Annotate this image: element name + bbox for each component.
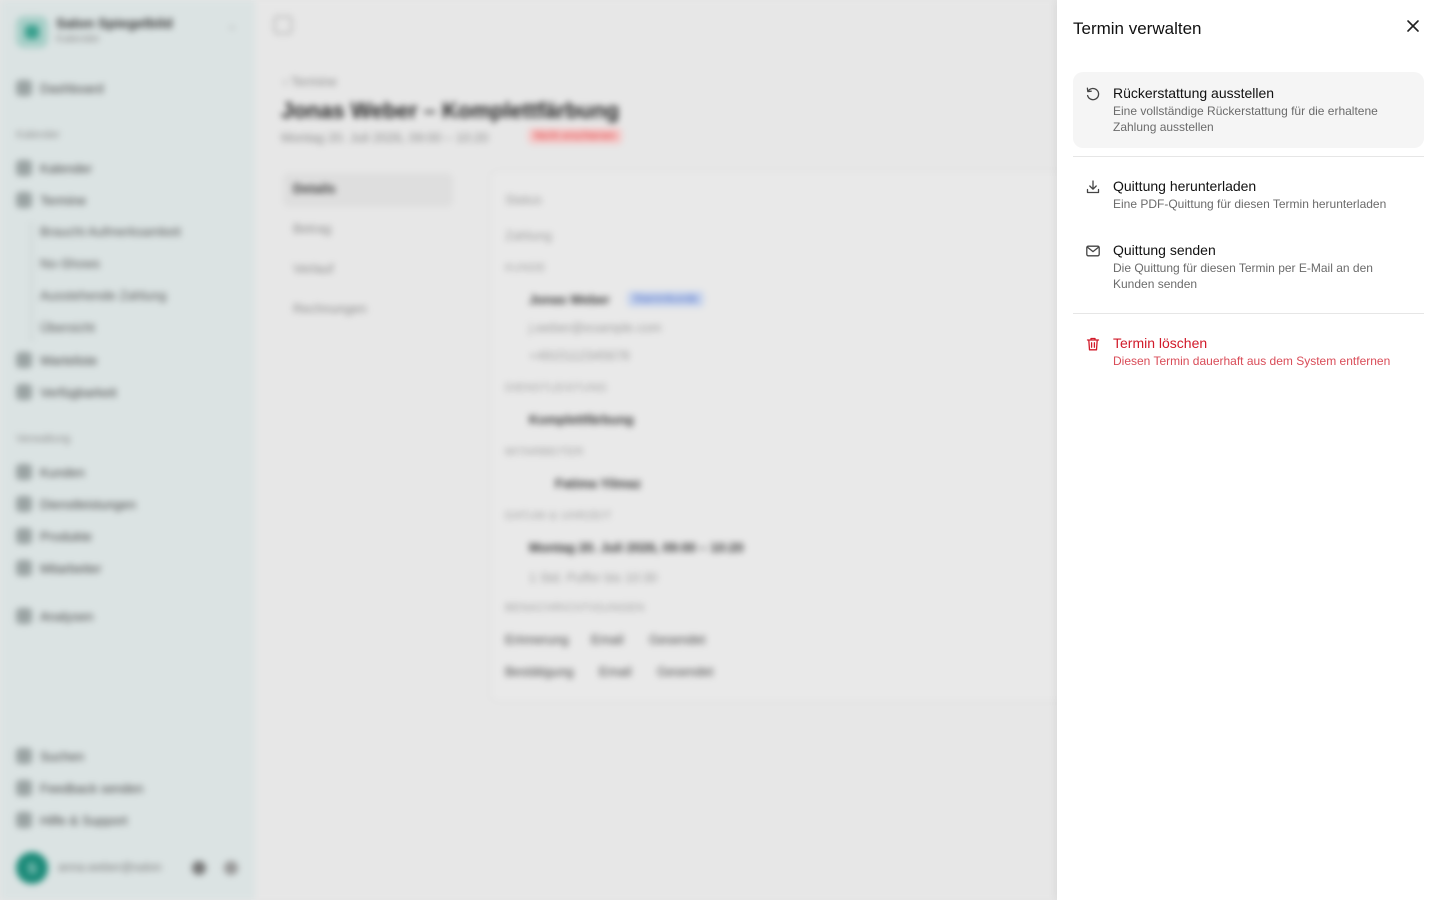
customers-icon [16,464,32,480]
sidebar-item-produkte[interactable]: Produkte [16,526,92,546]
option-label: Rückerstattung ausstellen [1113,85,1275,101]
help-icon [16,812,32,828]
sidebar-item-verfuegbarkeit[interactable]: Verfügbarkeit [16,382,117,402]
customer-phone[interactable]: +4915112345678 [529,348,630,363]
waitlist-icon [16,352,32,368]
sidebar-item-kalender[interactable]: Kalender [16,158,92,178]
appointment-date: Montag 20. Juli 2026, 09:00 – 10:20 [281,130,489,145]
sidebar-subnav-line [31,222,32,342]
calendar-icon [16,160,32,176]
sidebar-item-dashboard[interactable]: Dashboard [16,78,104,98]
section-dienstleistung: DIENSTLEISTUNG [505,382,608,394]
user-name: anna.weber@salon [58,860,162,874]
option-description: Eine vollständige Rückerstattung für die… [1113,104,1378,134]
dashboard-icon [16,80,32,96]
org-switcher[interactable]: Salon Spiegelbild Kalender ⌃ [16,14,241,50]
sidebar-subitem[interactable]: Braucht Aufmerksamkeit [40,224,181,239]
org-subtitle: Kalender [56,33,101,45]
notification-channel: Email [599,664,632,679]
divider [1073,156,1424,157]
sidebar-group-label: Kalender [16,129,61,141]
option-description: Die Quittung für diesen Termin per E-Mai… [1113,261,1373,291]
sidebar-item-termine[interactable]: Termine [16,190,86,210]
download-receipt-option[interactable]: Quittung herunterladen Eine PDF-Quittung… [1073,165,1424,221]
feedback-icon [16,780,32,796]
availability-icon [16,384,32,400]
customer-badge: Stammkunde [627,291,704,307]
option-label: Termin löschen [1113,335,1208,351]
status-badge: Nicht erschienen [528,128,622,144]
option-label: Quittung herunterladen [1113,178,1257,194]
staff-icon [16,560,32,576]
close-button[interactable] [1402,15,1424,37]
option-description: Eine PDF-Quittung für diesen Termin heru… [1113,197,1387,211]
tab-verlauf[interactable]: Verlauf [283,253,453,287]
download-icon [1086,180,1100,194]
sidebar-item-suchen[interactable]: Suchen [16,746,84,766]
section-kunde: KUNDE [505,262,547,274]
sidebar-item-mitarbeiter[interactable]: Mitarbeiter [16,558,101,578]
option-description: Diesen Termin dauerhaft aus dem System e… [1113,354,1391,368]
staff-name: Fatima Yilmaz [555,476,641,491]
sidebar-item-analysen[interactable]: Analysen [16,606,93,626]
trash-icon [1086,337,1100,351]
tab-details[interactable]: Details [283,173,453,207]
refund-option[interactable]: Rückerstattung ausstellen Eine vollständ… [1073,72,1424,148]
sidebar-group-label: Verwaltung [16,433,71,445]
sidebar-item-warteliste[interactable]: Warteliste [16,350,97,370]
notification-type: Erinnerung [505,632,569,647]
services-icon [16,496,32,512]
manage-appointment-drawer: Termin verwalten Rückerstattung ausstell… [1057,0,1440,900]
sidebar-item-feedback[interactable]: Feedback senden [16,778,143,798]
tab-betrag[interactable]: Betrag [283,213,453,247]
theme-icon[interactable] [192,861,206,875]
sidebar-subitem[interactable]: Ausstehende Zahlung [40,288,166,303]
sidebar: Salon Spiegelbild Kalender ⌃ Dashboard K… [0,0,255,900]
sidebar-subitem[interactable]: No-Shows [40,256,100,271]
sidebar-item-kunden[interactable]: Kunden [16,462,85,482]
close-icon [1407,20,1419,32]
settings-icon[interactable] [224,861,238,875]
org-logo-icon [16,16,48,48]
refund-icon [1086,87,1100,101]
notification-type: Bestätigung [505,664,574,679]
section-mitarbeiter: MITARBEITER [505,446,584,458]
page-title: Jonas Weber – Komplettfärbung [281,98,620,123]
sidebar-item-hilfe[interactable]: Hilfe & Support [16,810,127,830]
customer-email[interactable]: j.weber@example.com [529,320,661,335]
service-name: Komplettfärbung [529,412,634,427]
section-benachrichtigungen: BENACHRICHTIGUNGEN [505,602,645,614]
mail-icon [1086,245,1100,257]
send-receipt-option[interactable]: Quittung senden Die Quittung für diesen … [1073,229,1424,305]
notification-channel: Email [591,632,624,647]
sidebar-item-dienstleistungen[interactable]: Dienstleistungen [16,494,136,514]
org-name: Salon Spiegelbild [56,15,173,31]
delete-appointment-option[interactable]: Termin löschen Diesen Termin dauerhaft a… [1073,322,1424,378]
divider [1073,313,1424,314]
field-status: Status [505,192,542,207]
search-icon [16,748,32,764]
drawer-title: Termin verwalten [1073,19,1202,38]
appointment-datetime: Montag 20. Juli 2026, 09:00 – 10:20 [529,540,744,555]
sidebar-subitem[interactable]: Übersicht [40,320,95,335]
avatar[interactable]: S [16,852,48,884]
notification-status: Gesendet [657,664,714,679]
notification-status: Gesendet [649,632,706,647]
option-label: Quittung senden [1113,242,1216,258]
products-icon [16,528,32,544]
analytics-icon [16,608,32,624]
field-zahlung: Zahlung [505,228,552,243]
appointments-icon [16,192,32,208]
customer-name[interactable]: Jonas Weber [529,292,610,307]
back-link[interactable]: ‹ Termine [283,74,337,89]
chevron-updown-icon: ⌃ [226,24,237,38]
sidebar-toggle-icon[interactable] [274,16,292,34]
section-datum: DATUM & UHRZEIT [505,510,612,522]
tab-rechnungen[interactable]: Rechnungen [283,293,453,327]
appointment-duration: 1 Std. Puffer bis 10:30 [529,570,658,585]
